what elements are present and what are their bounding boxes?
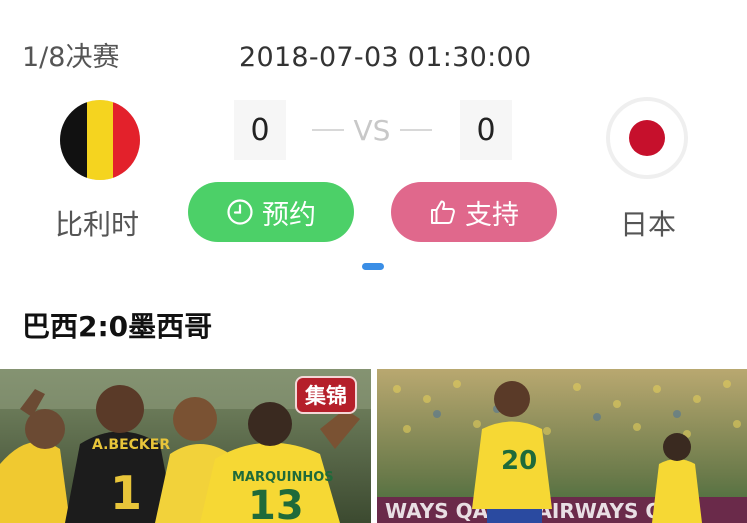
svg-text:13: 13: [248, 483, 304, 523]
dash-left: [311, 129, 344, 131]
carousel-pager-dot[interactable]: [362, 263, 384, 270]
belgium-flag-icon[interactable]: [60, 100, 140, 180]
away-score: 0: [460, 100, 512, 160]
dash-right: [400, 129, 433, 131]
reserve-label: 预约: [262, 199, 316, 231]
match-datetime: 2018-07-03 01:30:00: [239, 42, 532, 73]
japan-flag-icon[interactable]: [606, 97, 688, 179]
home-team-name[interactable]: 比利时: [55, 207, 139, 243]
thumbs-up-icon: [431, 200, 455, 224]
home-score: 0: [234, 100, 286, 160]
reserve-button[interactable]: 预约: [188, 182, 354, 242]
video-thumbnail-right[interactable]: WAYS QATAR AIRWAYS QA 20: [377, 369, 747, 523]
clock-icon: [227, 199, 253, 225]
section-title: 巴西2:0墨西哥: [22, 310, 213, 343]
highlights-badge: 集锦: [295, 376, 357, 414]
flag-stripe-yellow: [86, 100, 114, 180]
vs-separator: VS: [301, 112, 443, 148]
svg-text:1: 1: [110, 466, 142, 520]
highlight-photo-right: WAYS QATAR AIRWAYS QA 20: [377, 369, 747, 523]
support-button[interactable]: 支持: [391, 182, 557, 242]
vs-label: VS: [353, 113, 391, 147]
svg-text:A.BECKER: A.BECKER: [92, 437, 170, 453]
match-stage: 1/8决赛: [22, 42, 120, 73]
svg-text:20: 20: [501, 446, 537, 476]
away-team-name[interactable]: 日本: [620, 207, 676, 243]
flag-stripe-black: [60, 100, 87, 180]
support-label: 支持: [465, 199, 519, 231]
flag-red-disc: [629, 120, 665, 156]
flag-stripe-red: [113, 100, 140, 180]
